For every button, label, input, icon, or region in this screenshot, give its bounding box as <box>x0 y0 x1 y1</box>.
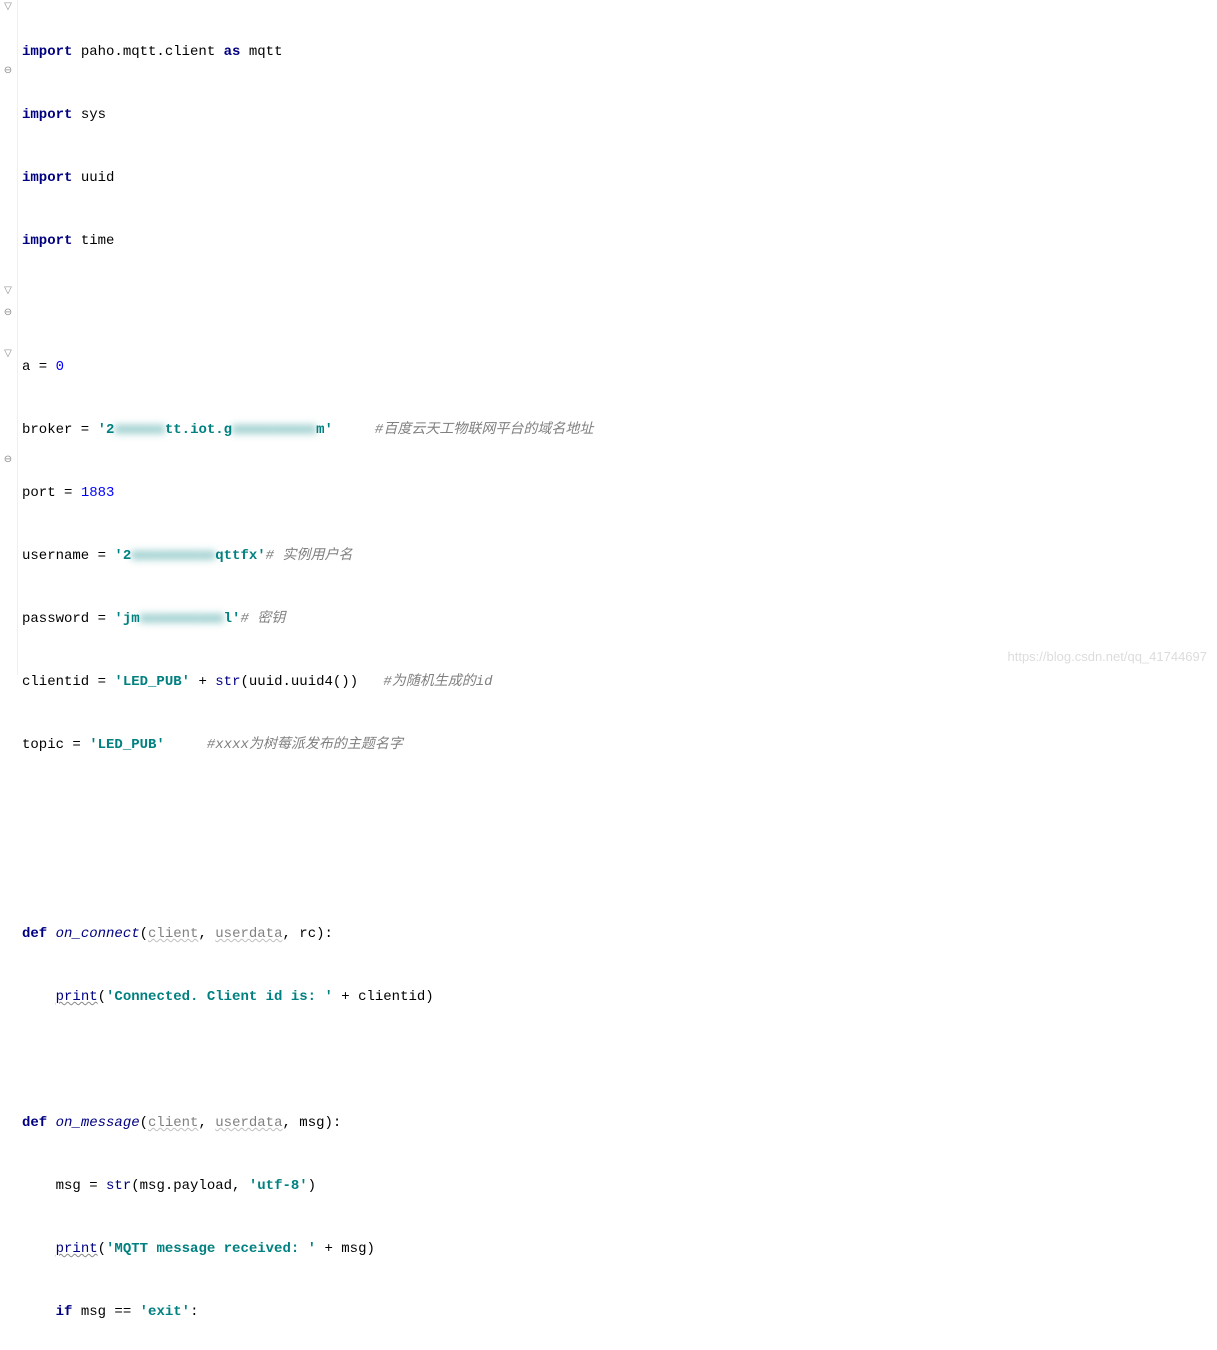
code-line[interactable]: if msg == 'exit': <box>22 1302 1217 1323</box>
code-line[interactable]: username = '2xxxxxxxxxxqttfx'# 实例用户名 <box>22 546 1217 567</box>
fold-icon[interactable]: ⊖ <box>2 307 14 319</box>
code-line[interactable]: password = 'jmxxxxxxxxxxl'# 密钥 <box>22 609 1217 630</box>
gutter: ▽ ⊖ ▽ ⊖ ▽ ⊖ <box>0 0 18 675</box>
redacted-text: xxxxxxxxxx <box>131 546 215 567</box>
code-line[interactable]: import sys <box>22 105 1217 126</box>
code-line[interactable]: import paho.mqtt.client as mqtt <box>22 42 1217 63</box>
code-line[interactable] <box>22 1050 1217 1071</box>
code-line[interactable]: a = 0 <box>22 357 1217 378</box>
code-line[interactable]: print('MQTT message received: ' + msg) <box>22 1239 1217 1260</box>
redacted-text: xxxxxx <box>114 420 164 441</box>
code-line[interactable]: clientid = 'LED_PUB' + str(uuid.uuid4())… <box>22 672 1217 693</box>
code-line[interactable]: topic = 'LED_PUB' #xxxx为树莓派发布的主题名字 <box>22 735 1217 756</box>
code-line[interactable]: import uuid <box>22 168 1217 189</box>
redacted-text: xxxxxxxxxx <box>232 420 316 441</box>
fold-icon[interactable]: ⊖ <box>2 65 14 77</box>
fold-icon[interactable]: ▽ <box>2 348 14 360</box>
code-line[interactable] <box>22 861 1217 882</box>
code-editor[interactable]: ▽ ⊖ ▽ ⊖ ▽ ⊖ import paho.mqtt.client as m… <box>0 0 1217 675</box>
code-line[interactable]: print('Connected. Client id is: ' + clie… <box>22 987 1217 1008</box>
code-line[interactable]: msg = str(msg.payload, 'utf-8') <box>22 1176 1217 1197</box>
fold-icon[interactable]: ▽ <box>2 285 14 297</box>
code-line[interactable] <box>22 798 1217 819</box>
code-line[interactable]: def on_connect(client, userdata, rc): <box>22 924 1217 945</box>
code-line[interactable] <box>22 294 1217 315</box>
fold-icon[interactable]: ⊖ <box>2 454 14 466</box>
code-area[interactable]: import paho.mqtt.client as mqtt import s… <box>18 0 1217 675</box>
redacted-text: xxxxxxxxxx <box>140 609 224 630</box>
code-line[interactable]: import time <box>22 231 1217 252</box>
code-line[interactable]: port = 1883 <box>22 483 1217 504</box>
code-line[interactable]: def on_message(client, userdata, msg): <box>22 1113 1217 1134</box>
fold-icon[interactable]: ▽ <box>2 1 14 13</box>
code-line[interactable]: broker = '2xxxxxxtt.iot.gxxxxxxxxxxm' #百… <box>22 420 1217 441</box>
